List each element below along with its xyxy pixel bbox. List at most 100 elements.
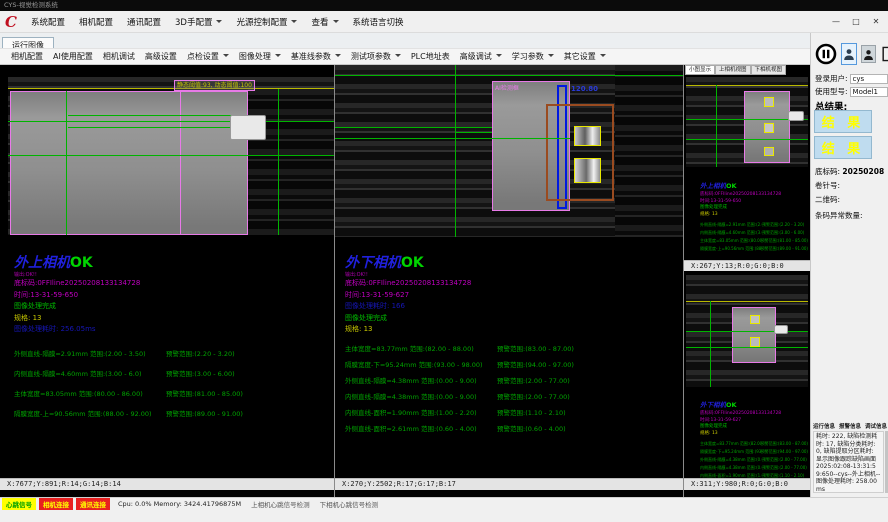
connector-part — [230, 115, 266, 140]
yellow-reference-line — [686, 301, 808, 302]
barcode-abnormal-count-label: 条码异常数量: — [815, 210, 863, 221]
threshold-overlay-label: 静态阈值:93, 动态阈值:100 — [174, 80, 255, 91]
measurement-text: 主体宽度=83.77mm 范围:(82.00 - 88.00) — [345, 341, 497, 357]
tab-strip: 运行图像 — [0, 33, 810, 48]
measurement-row: 内侧直线-隔膜=4.60mm 范围:(3.00 - 6.0) 预警范围:(3.0… — [700, 229, 808, 237]
main-content: 静态阈值:93, 动态阈值:100 外上相机OK 输出:OK!! 底标码:0FF… — [0, 65, 810, 497]
yellow-tab-rect — [574, 158, 601, 183]
thumb-tab-upper-camera[interactable]: 上相机视图 — [715, 65, 751, 75]
menu-3d-hand-config[interactable]: 3D手配置 — [168, 14, 229, 30]
maximize-button[interactable]: □ — [850, 17, 862, 26]
operator-icon — [863, 48, 874, 61]
yellow-tab-rect — [764, 123, 774, 133]
green-measure-hline — [686, 331, 808, 332]
green-guide-vline — [455, 65, 456, 237]
status-bar: 心跳信号 相机连接 通讯连接 Cpu: 0.0% Memory: 3424.41… — [0, 497, 888, 510]
camera-title: 外下相机 — [345, 255, 401, 271]
measurement-warn: 预警范围:(2.00 - 77.00) — [497, 373, 570, 389]
operator-button[interactable] — [861, 45, 876, 63]
measurement-warn: 预警范围:(2.20 - 3.20) — [762, 221, 804, 229]
menu-language-switch[interactable]: 系统语言切换 — [346, 14, 411, 30]
measurement-row: 主体宽度=83.77mm 范围:(82.00 - 88.00) 预警范围:(83… — [345, 341, 675, 357]
done-line: 图像处理完成 — [345, 313, 675, 325]
model-field[interactable] — [850, 87, 888, 97]
window-controls: — □ ✕ — [830, 17, 882, 26]
pause-button[interactable] — [815, 43, 837, 65]
tool-baseline-params[interactable]: 基准线参数 — [286, 49, 346, 64]
close-button[interactable]: ✕ — [870, 17, 882, 26]
tool-spot-check[interactable]: 点检设置 — [182, 49, 234, 64]
tool-camera-debug[interactable]: 相机调试 — [98, 49, 140, 64]
menu-light-control-config[interactable]: 光源控制配置 — [229, 14, 304, 30]
measurement-row: 外侧直线-隔膜=2.91mm 范围:(2.00 - 3.50) 预警范围:(2.… — [14, 344, 332, 364]
thumb-tab-overview[interactable]: 小图显示 — [685, 65, 715, 75]
exit-door-icon — [881, 46, 888, 62]
measurement-row: 隔膜宽度-下=95.24mm 范围:(93.00 - 98.00) 预警范围:(… — [345, 357, 675, 373]
exit-button[interactable] — [880, 44, 888, 64]
camera-title: 外上相机 — [700, 182, 726, 190]
tool-test-params[interactable]: 测试项参数 — [346, 49, 406, 64]
green-measure-hline — [335, 138, 570, 139]
thumb-upper-camera-view[interactable] — [686, 77, 808, 167]
camera-title: 外上相机 — [14, 255, 70, 271]
menu-system-config[interactable]: 系统配置 — [24, 14, 72, 30]
green-guide-vline — [710, 301, 711, 387]
upper-camera-view[interactable]: 静态阈值:93, 动态阈值:100 — [8, 77, 334, 235]
menu-bar: C 系统配置 相机配置 通讯配置 3D手配置 光源控制配置 查看 系统语言切换 … — [0, 11, 888, 33]
tool-image-processing[interactable]: 图像处理 — [234, 49, 286, 64]
tool-camera-config[interactable]: 相机配置 — [6, 49, 48, 64]
green-measure-hline — [68, 127, 244, 128]
menu-comm-config[interactable]: 通讯配置 — [120, 14, 168, 30]
green-measure-hline — [455, 132, 492, 133]
model-label: 使用型号: — [815, 86, 848, 97]
menu-view[interactable]: 查看 — [304, 14, 345, 30]
info-tab-debug[interactable]: 调试信息 — [865, 422, 887, 430]
measurement-warn: 预警范围:(2.20 - 3.20) — [166, 344, 235, 364]
measurement-text: 隔膜宽度-上=90.56mm 范围:(88.00 - 92.00) — [14, 404, 166, 424]
result-ok: OK — [726, 401, 737, 409]
login-user-field[interactable] — [850, 74, 888, 84]
thumb-tab-lower-camera[interactable]: 下相机视图 — [751, 65, 787, 75]
thumb-lower-pixel-readout: X:311;Y:980;R:0;G:0;B:0 — [684, 478, 810, 490]
lower-camera-view[interactable]: AI检测框 120.80 — [335, 65, 683, 237]
measurement-text: 主体宽度=83.05mm 范围:(80.00 - 86.00) — [700, 237, 761, 245]
thumb-lower-camera-view[interactable] — [686, 275, 808, 387]
measurement-text: 隔膜宽度-下=95.24mm 范围:(93.00 - 98.00) — [345, 357, 497, 373]
tool-advanced-debug[interactable]: 高级调试 — [455, 49, 507, 64]
login-user-button[interactable] — [841, 43, 857, 65]
measurement-warn: 预警范围:(83.00 - 87.00) — [497, 341, 574, 357]
qr-code-label: 二维码: — [815, 194, 840, 205]
reel-number-label: 卷针号: — [815, 180, 840, 191]
lower-camera-results: 外下相机OK 输出:OK!! 底标码:0FFIline2025020813313… — [345, 252, 675, 437]
barcode-line: 底标码:0FFIline20250208133134728 — [345, 278, 675, 290]
measurement-warn: 预警范围:(2.00 - 77.00) — [762, 456, 807, 464]
measurement-text: 内侧直线-面积=1.90mm 范围:(1.00 - 2.20) — [345, 405, 497, 421]
tool-ai-use-config[interactable]: AI使用配置 — [48, 49, 98, 64]
measurement-row: 主体宽度=83.05mm 范围:(80.00 - 86.00) 预警范围:(81… — [700, 237, 808, 245]
tool-other-settings[interactable]: 其它设置 — [559, 49, 611, 64]
green-measure-hline — [335, 75, 683, 76]
menu-camera-config[interactable]: 相机配置 — [72, 14, 120, 30]
result-box-lower: 结 果 — [814, 136, 872, 159]
right-sidebar: 登录用户: 使用型号: 总结果: 结 果 结 果 底标码: 20250208 卷… — [810, 33, 888, 497]
upper-camera-heartbeat-text: 上相机心跳信号检测 — [251, 499, 310, 509]
camera-connect-badge: 相机连接 — [39, 498, 73, 510]
thumb-tab-strip: 小图显示 上相机视图 下相机视图 — [685, 65, 810, 75]
info-tab-run[interactable]: 运行信息 — [813, 422, 835, 430]
pause-icon — [815, 43, 837, 65]
green-measure-hline — [8, 121, 334, 122]
elapsed-line: 图像处理耗时: 256.05ms — [14, 324, 332, 336]
tool-learning-params[interactable]: 学习参数 — [507, 49, 559, 64]
tool-advanced-settings[interactable]: 高级设置 — [140, 49, 182, 64]
measurement-warn: 预警范围:(83.00 - 87.00) — [761, 440, 808, 448]
connector-part — [788, 111, 804, 121]
measurement-warn: 预警范围:(89.00 - 91.00) — [761, 245, 808, 253]
machine-dark-zone — [248, 89, 334, 235]
green-measure-hline — [686, 139, 808, 140]
info-tab-alarm[interactable]: 报警信息 — [839, 422, 861, 430]
tool-plc-address-table[interactable]: PLC地址表 — [406, 49, 455, 64]
green-measure-hline — [335, 127, 492, 128]
yellow-tab-rect — [750, 337, 760, 347]
minimize-button[interactable]: — — [830, 17, 842, 26]
measurement-warn: 预警范围:(2.00 - 77.00) — [497, 389, 570, 405]
